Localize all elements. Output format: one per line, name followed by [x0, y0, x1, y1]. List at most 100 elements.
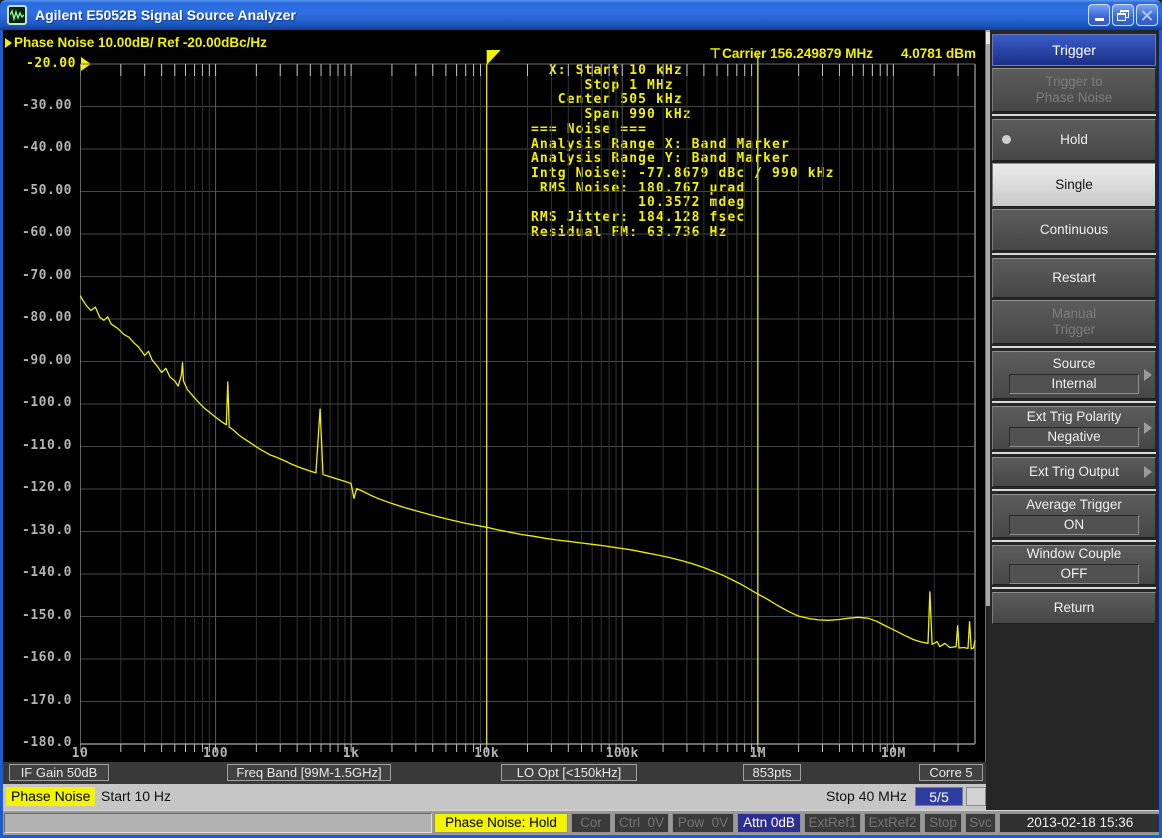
softkey-value: ON: [1009, 515, 1139, 535]
softkey-ext-trig-polarity[interactable]: Ext Trig Polarity Negative: [992, 406, 1156, 450]
softkey-label: Return: [1054, 600, 1095, 616]
phase-noise-plot: [80, 49, 976, 755]
status-led-pow-0v: Pow 0V: [672, 813, 734, 833]
y-axis-tick-label: -150.0: [12, 608, 72, 623]
status-led-stop: Stop: [924, 813, 962, 833]
y-axis-tick-label: -40.00: [12, 140, 72, 155]
status-indicator-853pts: 853pts: [743, 764, 801, 781]
restore-button[interactable]: [1112, 4, 1134, 26]
ref-level-value: -20.00: [26, 56, 76, 71]
menu-separator: [992, 489, 1156, 491]
title-bar: Agilent E5052B Signal Source Analyzer: [0, 0, 1162, 30]
hold-active-bullet-icon: [1002, 135, 1011, 144]
y-axis-tick-label: -70.00: [12, 268, 72, 283]
menu-separator: [992, 540, 1156, 542]
status-led-svc: Svc: [965, 813, 996, 833]
status-led-extref2: ExtRef2: [864, 813, 921, 833]
y-axis-tick-label: -110.0: [12, 438, 72, 453]
window-title: Agilent E5052B Signal Source Analyzer: [35, 7, 296, 23]
submenu-arrow-icon: [1144, 422, 1152, 434]
softkey-window-couple[interactable]: Window Couple OFF: [992, 545, 1156, 585]
y-axis-tick-label: -120.0: [12, 480, 72, 495]
y-axis-tick-label: -80.00: [12, 310, 72, 325]
band-marker-flag-icon[interactable]: [487, 50, 501, 65]
page-end-box: [966, 787, 986, 806]
softkey-manual-trigger: Manual Trigger: [992, 300, 1156, 344]
message-area: [4, 813, 432, 833]
softkey-value: Internal: [1009, 374, 1139, 394]
app-icon: [7, 5, 27, 25]
measurement-status-bar: IF Gain 50dB Freq Band [99M-1.5GHz] LO Opt…: [3, 762, 986, 784]
status-indicator-lo-opt-150khz: LO Opt [<150kHz]: [501, 764, 637, 781]
softkey-return[interactable]: Return: [992, 592, 1156, 624]
y-axis-tick-label: -130.0: [12, 523, 72, 538]
instrument-status-bar: Phase Noise: HoldCorCtrl 0VPow 0VAttn 0d…: [0, 810, 1162, 835]
status-led-items: Phase Noise: HoldCorCtrl 0VPow 0VAttn 0d…: [434, 813, 1161, 833]
softkey-label: Average Trigger: [1026, 497, 1122, 513]
submenu-arrow-icon: [1144, 369, 1152, 381]
menu-separator: [992, 587, 1156, 589]
softkey-average-trigger[interactable]: Average Trigger ON: [992, 494, 1156, 538]
status-led-cor: Cor: [571, 813, 611, 833]
softkey-label: Source: [1053, 356, 1096, 372]
window-border-left: [0, 30, 3, 836]
softkey-label: Restart: [1052, 270, 1096, 286]
menu-separator: [992, 346, 1156, 348]
softkey-menu: Trigger Trigger to Phase Noise Hold Single…: [992, 34, 1156, 626]
restore-icon: [1117, 10, 1129, 21]
softkey-label: Manual Trigger: [1052, 306, 1096, 338]
application-window: Agilent E5052B Signal Source Analyzer Ph…: [0, 0, 1162, 838]
softkey-value: Negative: [1009, 427, 1139, 447]
trace-marker-icon: [5, 38, 12, 48]
status-led-phase-noise-hold: Phase Noise: Hold: [434, 813, 568, 833]
softkey-label: Continuous: [1040, 222, 1108, 238]
y-axis-tick-label: -90.00: [12, 353, 72, 368]
softkey-continuous[interactable]: Continuous: [992, 209, 1156, 251]
softkey-source[interactable]: Source Internal: [992, 351, 1156, 399]
softkey-label: Ext Trig Polarity: [1027, 409, 1122, 425]
softkey-hold[interactable]: Hold: [992, 119, 1156, 161]
y-axis-tick-label: -160.0: [12, 650, 72, 665]
status-led-2013-02-18-15-36: 2013-02-18 15:36: [999, 813, 1161, 833]
softkey-label: Hold: [1060, 132, 1088, 148]
softkey-single[interactable]: Single: [992, 163, 1156, 207]
close-button: [1136, 4, 1158, 26]
minimize-button[interactable]: [1088, 4, 1110, 26]
status-led-extref1: ExtRef1: [804, 813, 861, 833]
menu-title: Trigger: [992, 34, 1156, 66]
waveform-icon: [10, 9, 24, 21]
y-axis-tick-label: -60.00: [12, 225, 72, 240]
status-indicator-freq-band-99m-1-5ghz: Freq Band [99M-1.5GHz]: [227, 764, 391, 781]
softkey-trigger-to-phase-noise: Trigger to Phase Noise: [992, 68, 1156, 112]
softkey-ext-trig-output[interactable]: Ext Trig Output: [992, 457, 1156, 487]
active-trace-chip: Phase Noise: [6, 787, 95, 806]
status-indicator-if-gain-50db: IF Gain 50dB: [9, 764, 109, 781]
softkey-restart[interactable]: Restart: [992, 258, 1156, 298]
trace-scale-label: Phase Noise 10.00dB/ Ref -20.00dBc/Hz: [14, 35, 267, 50]
status-led-attn-0db: Attn 0dB: [737, 813, 801, 833]
y-axis-tick-label: -100.0: [12, 395, 72, 410]
menu-separator: [992, 114, 1156, 116]
y-axis-tick-label: -50.00: [12, 183, 72, 198]
softkey-label: Ext Trig Output: [1029, 464, 1119, 480]
page-badge: 5/5: [915, 787, 963, 806]
submenu-arrow-icon: [1144, 466, 1152, 478]
close-icon: [1141, 9, 1153, 21]
menu-separator: [992, 452, 1156, 454]
minimize-icon: [1095, 18, 1104, 21]
menu-separator: [992, 401, 1156, 403]
softkey-label: Window Couple: [1027, 546, 1122, 562]
sweep-status-bar: Phase Noise Start 10 Hz Stop 40 MHz 5/5: [3, 784, 986, 810]
status-indicator-corre-5: Corre 5: [919, 764, 983, 781]
y-axis-tick-label: -30.00: [12, 98, 72, 113]
menu-separator: [992, 253, 1156, 255]
softkey-label: Trigger to Phase Noise: [1036, 74, 1113, 106]
divider-grip: [986, 32, 990, 44]
softkey-label: Single: [1055, 177, 1093, 193]
softkey-value: OFF: [1009, 564, 1139, 584]
panel-divider: [986, 30, 990, 606]
softkey-panel: Trigger Trigger to Phase Noise Hold Single…: [986, 30, 1159, 810]
trace-scale-header: Phase Noise 10.00dB/ Ref -20.00dBc/Hz: [5, 35, 267, 50]
status-led-ctrl-0v: Ctrl 0V: [614, 813, 669, 833]
y-axis-tick-label: -170.0: [12, 693, 72, 708]
